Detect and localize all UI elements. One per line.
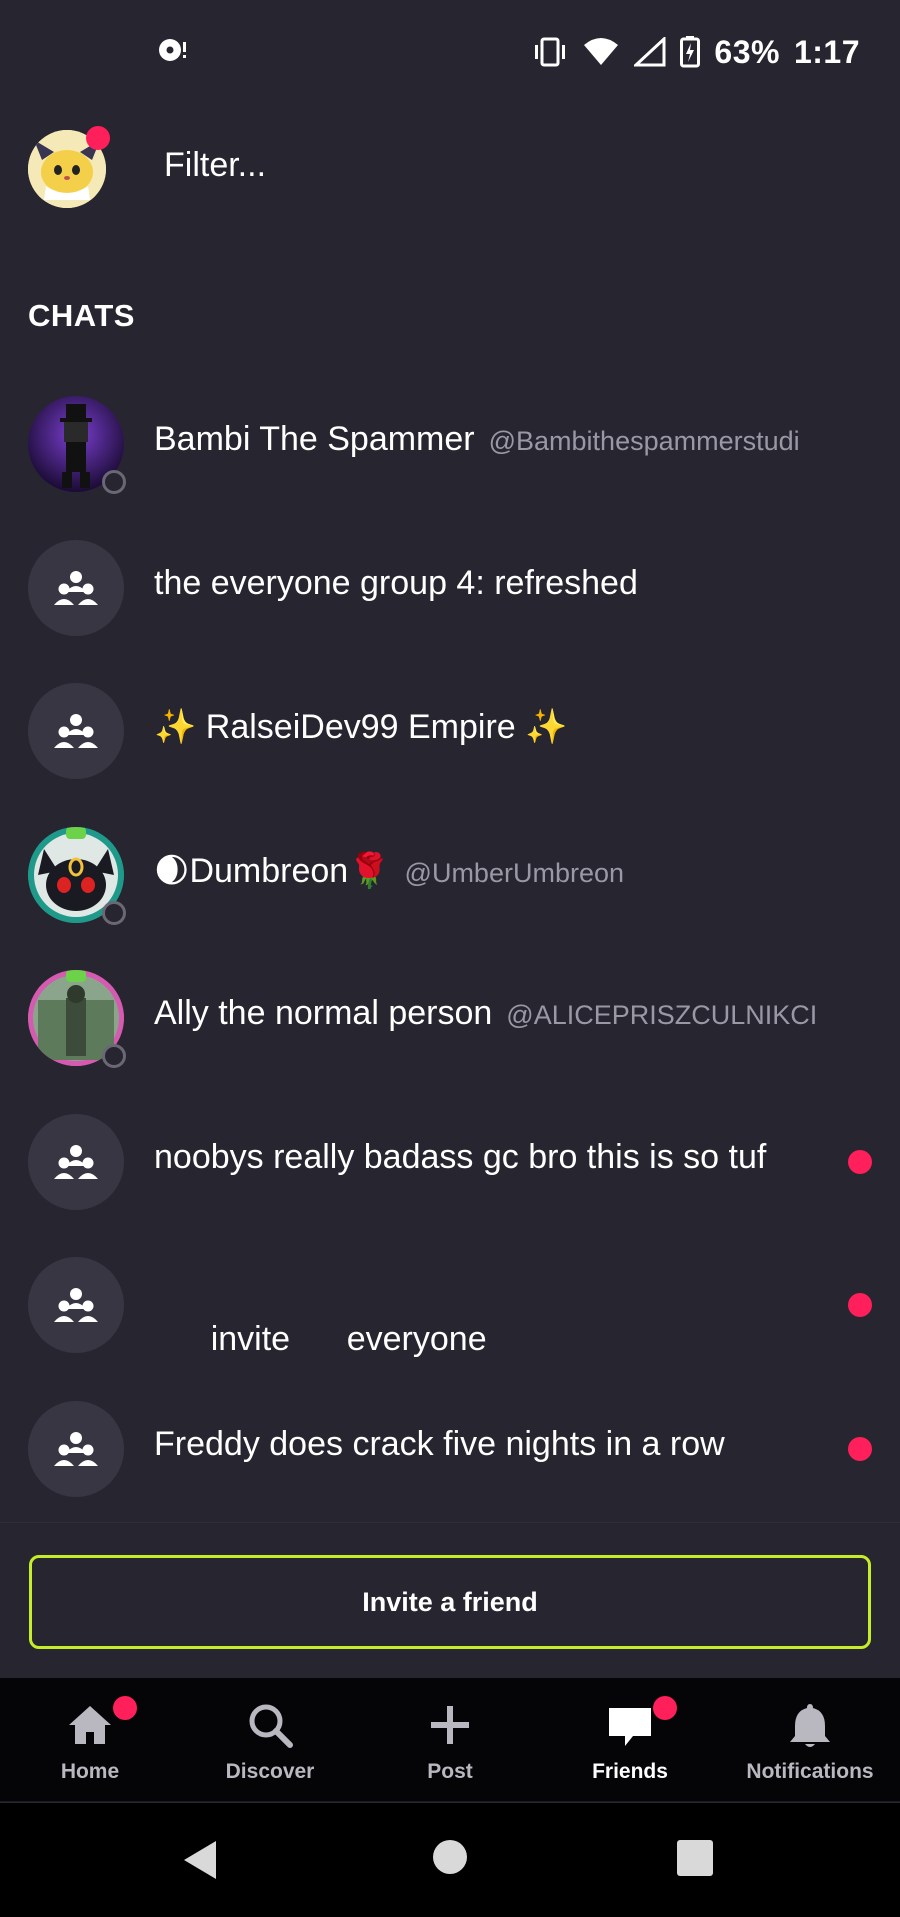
chat-row[interactable]: ✨ RalseiDev99 Empire ✨ bbox=[0, 659, 900, 803]
chat-handle: @ALICEPRISZCULNIKCI bbox=[506, 1000, 818, 1030]
chat-bubble-icon bbox=[609, 1708, 651, 1746]
chat-list: Bambi The Spammer @Bambithespammerstudi t… bbox=[0, 372, 900, 1520]
friends-notification-dot bbox=[653, 1696, 677, 1720]
nav-home-label: Home bbox=[60, 1760, 120, 1783]
nav-discover[interactable]: Discover bbox=[180, 1678, 360, 1802]
chat-handle: @Bambithespammerstudi bbox=[488, 426, 800, 456]
group-avatar bbox=[28, 539, 124, 636]
group-icon bbox=[54, 1144, 98, 1179]
offline-indicator bbox=[102, 1044, 126, 1068]
chat-name: invite everyone bbox=[210, 1320, 487, 1358]
vibrate-icon bbox=[535, 37, 566, 67]
status-bar: 63% 1:17 bbox=[0, 0, 900, 104]
nav-notifications-label: Notifications bbox=[746, 1760, 874, 1783]
chat-row[interactable]: Ally the normal person @ALICEPRISZCULNIKC… bbox=[0, 946, 900, 1090]
chat-name: ✨ RalseiDev99 Empire ✨ bbox=[154, 708, 568, 746]
bell-icon bbox=[790, 1704, 830, 1747]
system-nav-bar bbox=[0, 1803, 900, 1917]
chat-row[interactable]: the everyone group 4: refreshed bbox=[0, 516, 900, 660]
invite-area: Invite a friend bbox=[0, 1522, 900, 1678]
chat-row[interactable]: Bambi The Spammer @Bambithespammerstudi bbox=[0, 372, 900, 516]
plus-icon bbox=[431, 1706, 469, 1744]
nav-post-label: Post bbox=[427, 1760, 473, 1783]
filter-input[interactable]: Filter... bbox=[164, 146, 266, 185]
nav-discover-label: Discover bbox=[225, 1760, 315, 1783]
chats-section-title: CHATS bbox=[28, 298, 135, 333]
cellular-signal-icon bbox=[634, 37, 666, 67]
home-system-icon[interactable] bbox=[432, 1839, 468, 1875]
chat-row[interactable]: invite everyone bbox=[0, 1233, 900, 1377]
recents-icon[interactable] bbox=[676, 1839, 714, 1877]
unread-dot bbox=[848, 1149, 872, 1174]
battery-charging-icon bbox=[680, 36, 701, 68]
chat-row[interactable]: 🌒Dumbreon🌹 @UmberUmbreon bbox=[0, 803, 900, 947]
chat-row[interactable]: Freddy does crack five nights in a row bbox=[0, 1377, 900, 1521]
home-icon bbox=[69, 1706, 111, 1744]
chat-name: Freddy does crack five nights in a row bbox=[154, 1424, 725, 1463]
group-icon bbox=[54, 714, 98, 748]
chat-name: 🌒Dumbreon🌹 bbox=[154, 851, 391, 890]
group-avatar bbox=[28, 683, 124, 779]
invite-friend-button[interactable]: Invite a friend bbox=[29, 1555, 871, 1649]
group-avatar bbox=[28, 1257, 124, 1353]
group-avatar bbox=[28, 1113, 124, 1210]
offline-indicator bbox=[102, 900, 126, 925]
nav-home[interactable]: Home bbox=[0, 1678, 180, 1802]
chat-name: Bambi The Spammer bbox=[154, 420, 475, 458]
chat-handle: @UmberUmbreon bbox=[404, 857, 624, 888]
chat-name: Ally the normal person bbox=[154, 994, 493, 1032]
nav-friends-label: Friends bbox=[592, 1760, 668, 1783]
media-notification-icon bbox=[159, 39, 186, 61]
clock: 1:17 bbox=[793, 33, 860, 70]
nav-friends[interactable]: Friends bbox=[540, 1678, 720, 1802]
group-icon bbox=[54, 1288, 98, 1322]
battery-percent: 63% bbox=[714, 33, 780, 70]
unread-dot bbox=[848, 1436, 872, 1461]
header: Filter... bbox=[0, 120, 900, 220]
unread-dot bbox=[848, 1293, 872, 1317]
bottom-nav: Home Discover Post Friends Notifications bbox=[0, 1678, 900, 1802]
chat-row[interactable]: noobys really badass gc bro this is so t… bbox=[0, 1090, 900, 1234]
home-notification-dot bbox=[113, 1696, 137, 1720]
group-avatar bbox=[28, 1400, 124, 1497]
offline-indicator bbox=[102, 470, 126, 494]
nav-notifications[interactable]: Notifications bbox=[720, 1678, 900, 1802]
group-icon bbox=[54, 570, 98, 605]
profile-notification-dot bbox=[86, 126, 110, 150]
back-icon[interactable] bbox=[180, 1839, 220, 1881]
nav-post[interactable]: Post bbox=[360, 1678, 540, 1802]
wifi-icon bbox=[584, 38, 619, 65]
chat-name: noobys really badass gc bro this is so t… bbox=[154, 1137, 767, 1176]
chat-name: the everyone group 4: refreshed bbox=[154, 563, 638, 602]
search-icon bbox=[249, 1704, 293, 1748]
group-icon bbox=[54, 1431, 98, 1466]
